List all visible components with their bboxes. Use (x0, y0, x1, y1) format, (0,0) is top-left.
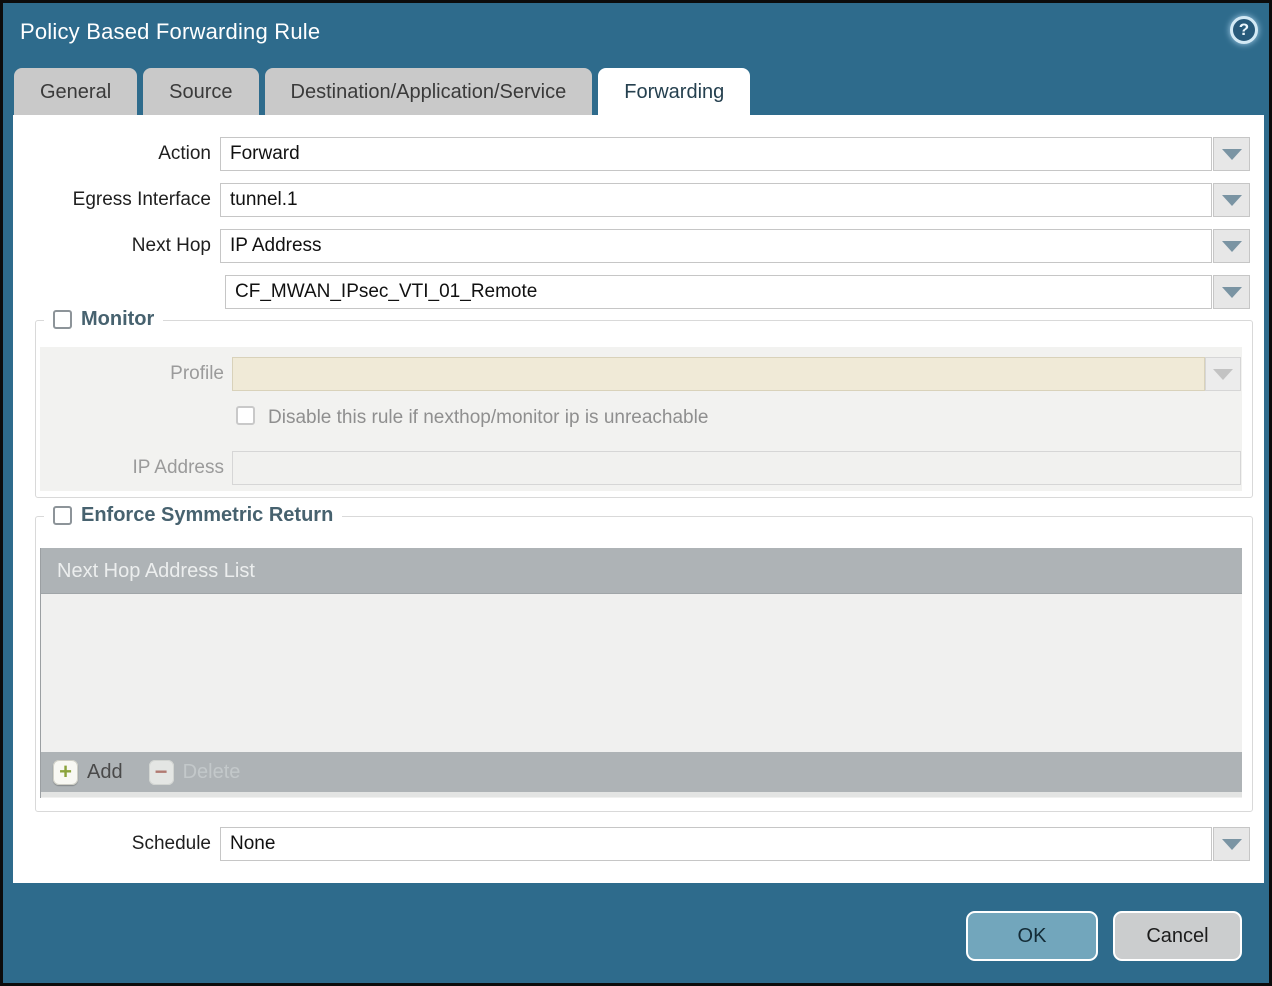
disable-rule-checkbox (236, 406, 255, 425)
egress-interface-dropdown-button[interactable] (1213, 183, 1250, 217)
plus-icon: + (53, 760, 78, 785)
tab-source[interactable]: Source (143, 68, 258, 115)
monitor-checkbox[interactable] (53, 310, 72, 329)
schedule-select[interactable]: None (220, 827, 1212, 861)
monitor-section-label: Monitor (81, 308, 154, 331)
profile-dropdown-button (1205, 357, 1241, 391)
tab-forwarding[interactable]: Forwarding (598, 68, 750, 115)
profile-select (232, 357, 1205, 391)
profile-label: Profile (36, 357, 224, 391)
enforce-symmetric-return-checkbox[interactable] (53, 506, 72, 525)
egress-interface-label: Egress Interface (21, 183, 211, 217)
next-hop-label: Next Hop (21, 229, 211, 263)
chevron-down-icon (1222, 241, 1242, 252)
monitor-section: Monitor Profile Disable this rule if nex… (35, 320, 1253, 498)
next-hop-address-dropdown-button[interactable] (1213, 275, 1250, 309)
next-hop-address-list-header: Next Hop Address List (41, 548, 1242, 594)
next-hop-address-list-body[interactable] (41, 594, 1242, 752)
table-toolbar: + Add − Delete (41, 752, 1242, 792)
monitor-ip-address-input (232, 451, 1241, 485)
schedule-dropdown-button[interactable] (1213, 827, 1250, 861)
dialog-title: Policy Based Forwarding Rule (20, 19, 320, 45)
disable-rule-label: Disable this rule if nexthop/monitor ip … (268, 407, 708, 429)
next-hop-type-dropdown-button[interactable] (1213, 229, 1250, 263)
action-select[interactable]: Forward (220, 137, 1212, 171)
cancel-button[interactable]: Cancel (1113, 911, 1242, 961)
delete-button-label: Delete (183, 761, 241, 784)
add-button-label: Add (87, 761, 123, 784)
content-panel: Action Forward Egress Interface tunnel.1… (13, 115, 1264, 883)
tab-destination-application-service[interactable]: Destination/Application/Service (265, 68, 593, 115)
symmetric-return-section-label: Enforce Symmetric Return (81, 504, 333, 527)
help-icon[interactable]: ? (1230, 16, 1258, 44)
table-bottom-strip (41, 792, 1242, 797)
action-label: Action (21, 137, 211, 171)
schedule-label: Schedule (21, 827, 211, 861)
next-hop-address-select[interactable]: CF_MWAN_IPsec_VTI_01_Remote (225, 275, 1212, 309)
add-button[interactable]: + Add (53, 760, 123, 785)
action-dropdown-button[interactable] (1213, 137, 1250, 171)
tab-general[interactable]: General (14, 68, 137, 115)
chevron-down-icon (1222, 149, 1242, 160)
policy-based-forwarding-dialog: Policy Based Forwarding Rule ? General S… (0, 0, 1272, 986)
monitor-legend: Monitor (44, 308, 163, 331)
symmetric-return-legend: Enforce Symmetric Return (44, 504, 342, 527)
egress-interface-select[interactable]: tunnel.1 (220, 183, 1212, 217)
minus-icon: − (149, 760, 174, 785)
chevron-down-icon (1222, 839, 1242, 850)
monitor-ip-address-label: IP Address (36, 451, 224, 485)
tab-bar: General Source Destination/Application/S… (14, 68, 750, 115)
ok-button[interactable]: OK (966, 911, 1098, 961)
delete-button: − Delete (149, 760, 241, 785)
next-hop-address-list-table: Next Hop Address List + Add − Delete (40, 548, 1242, 798)
chevron-down-icon (1213, 369, 1233, 380)
chevron-down-icon (1222, 195, 1242, 206)
chevron-down-icon (1222, 287, 1242, 298)
symmetric-return-section: Enforce Symmetric Return Next Hop Addres… (35, 516, 1253, 812)
next-hop-type-select[interactable]: IP Address (220, 229, 1212, 263)
